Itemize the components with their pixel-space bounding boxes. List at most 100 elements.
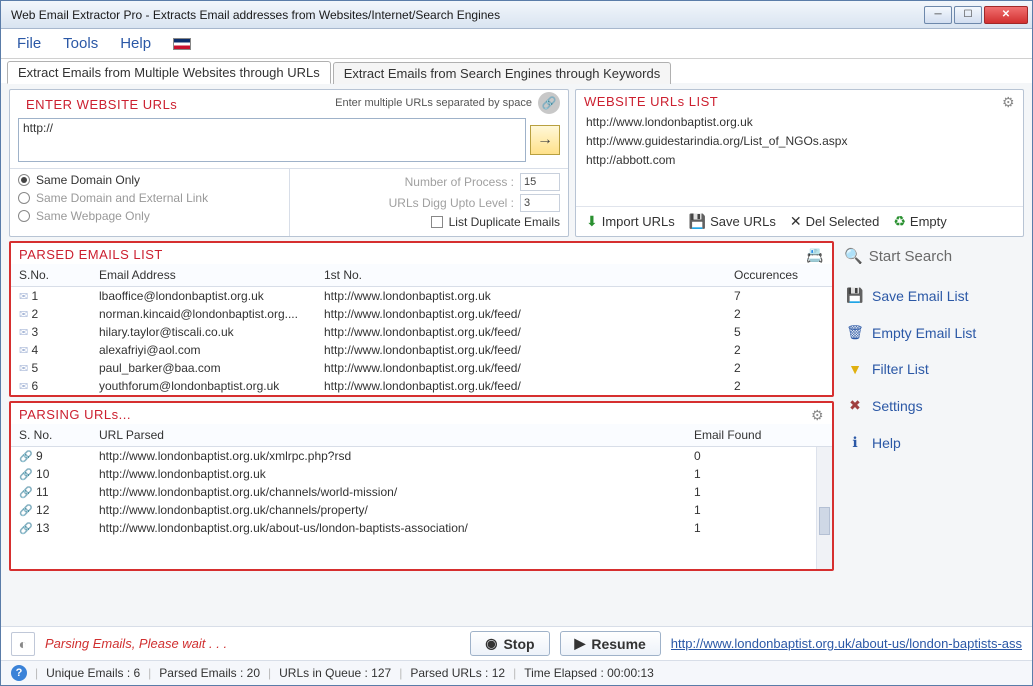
duplicate-checkbox[interactable] [431, 216, 443, 228]
settings-button[interactable]: ✖Settings [844, 391, 1020, 420]
menubar: File Tools Help [1, 29, 1032, 59]
table-row[interactable]: 🔗 10http://www.londonbaptist.org.uk1 [11, 465, 832, 483]
side-panel: 🔍Start Search 💾Save Email List 🗑Empty Em… [840, 241, 1024, 620]
opt-same-domain[interactable]: Same Domain Only [18, 173, 281, 187]
save-icon: 💾 [689, 213, 706, 230]
digg-level-input[interactable] [520, 194, 560, 212]
tab-extract-urls[interactable]: Extract Emails from Multiple Websites th… [7, 61, 331, 84]
num-process-input[interactable] [520, 173, 560, 191]
col-url[interactable]: URL Parsed [99, 428, 694, 442]
digg-level-label: URLs Digg Upto Level : [389, 196, 514, 210]
parsing-urls-header: S. No. URL Parsed Email Found [11, 424, 832, 447]
table-row[interactable]: ✉ 2norman.kincaid@londonbaptist.org....h… [11, 305, 832, 323]
search-icon: 🔍 [844, 247, 863, 265]
left-column: PARSED EMAILS LIST 📇 S.No. Email Address … [9, 241, 834, 620]
col-email[interactable]: Email Address [99, 268, 324, 282]
enter-urls-panel: ENTER WEBSITE URLs Enter multiple URLs s… [9, 89, 569, 237]
link-icon: 🔗 [19, 523, 33, 535]
status-parsed-urls: Parsed URLs : 12 [410, 666, 505, 680]
table-row[interactable]: ✉ 6youthforum@londonbaptist.org.ukhttp:/… [11, 377, 832, 395]
status-unique: Unique Emails : 6 [46, 666, 140, 680]
flag-icon[interactable] [173, 38, 191, 50]
import-urls-button[interactable]: ⬇Import URLs [586, 213, 675, 230]
parsed-emails-title: PARSED EMAILS LIST [19, 247, 163, 262]
radio-icon [18, 210, 30, 222]
col-sn[interactable]: S. No. [19, 428, 99, 442]
submit-url-button[interactable]: → [530, 125, 560, 155]
info-icon[interactable]: ? [11, 665, 27, 681]
list-item[interactable]: http://www.londonbaptist.org.uk [586, 113, 1013, 132]
list-item[interactable]: http://www.guidestarindia.org/List_of_NG… [586, 132, 1013, 151]
url-input[interactable] [18, 118, 526, 162]
mail-icon: ✉ [19, 309, 28, 321]
enter-urls-title: ENTER WEBSITE URLs [18, 93, 185, 114]
maximize-button[interactable]: ☐ [954, 6, 982, 24]
table-row[interactable]: ✉ 3hilary.taylor@tiscali.co.ukhttp://www… [11, 323, 832, 341]
table-row[interactable]: 🔗 12http://www.londonbaptist.org.uk/chan… [11, 501, 832, 519]
start-search-button[interactable]: 🔍Start Search [844, 247, 1020, 273]
gear-icon[interactable]: 📇 [806, 247, 824, 264]
mail-icon: ✉ [19, 381, 28, 393]
table-row[interactable]: ✉ 1lbaoffice@londonbaptist.org.ukhttp://… [11, 287, 832, 305]
menu-tools[interactable]: Tools [63, 35, 98, 52]
parsing-urls-body: 🔗 9http://www.londonbaptist.org.uk/xmlrp… [11, 447, 832, 537]
empty-icon: ♻ [893, 213, 906, 230]
urls-list-tools: ⬇Import URLs 💾Save URLs ✕Del Selected ♻E… [576, 206, 1023, 236]
mail-icon: ✉ [19, 327, 28, 339]
settings-icon: ✖ [846, 397, 864, 414]
del-selected-button[interactable]: ✕Del Selected [790, 213, 879, 230]
link-icon: 🔗 [19, 469, 33, 481]
scrollbar[interactable] [816, 447, 832, 569]
mail-icon: ✉ [19, 363, 28, 375]
menu-file[interactable]: File [17, 35, 41, 52]
save-email-list-button[interactable]: 💾Save Email List [844, 281, 1020, 310]
close-button[interactable]: ✕ [984, 6, 1028, 24]
mail-icon: ✉ [19, 345, 28, 357]
spinner-icon: ◐ [11, 632, 35, 656]
save-icon: 💾 [846, 287, 864, 304]
radio-icon [18, 174, 30, 186]
opt-same-webpage[interactable]: Same Webpage Only [18, 209, 281, 223]
tabstrip: Extract Emails from Multiple Websites th… [1, 59, 1032, 83]
play-icon: ▶ [575, 635, 586, 652]
parsing-urls-title: PARSING URLs... [19, 407, 131, 422]
current-url-link[interactable]: http://www.londonbaptist.org.uk/about-us… [671, 636, 1022, 651]
opt-same-external[interactable]: Same Domain and External Link [18, 191, 281, 205]
menu-help[interactable]: Help [120, 35, 151, 52]
col-occurences[interactable]: Occurences [734, 268, 824, 282]
link-icon[interactable]: 🔗 [538, 92, 560, 114]
bottom-bar: ◐ Parsing Emails, Please wait . . . ◉Sto… [1, 626, 1032, 660]
filter-list-button[interactable]: ▼Filter List [844, 355, 1020, 383]
resume-button[interactable]: ▶Resume [560, 631, 661, 656]
tab-extract-keywords[interactable]: Extract Emails from Search Engines throu… [333, 62, 671, 84]
list-item[interactable]: http://abbott.com [586, 151, 1013, 170]
app-window: Web Email Extractor Pro - Extracts Email… [0, 0, 1033, 686]
col-sn[interactable]: S.No. [19, 268, 99, 282]
table-row[interactable]: ✉ 4alexafriyi@aol.comhttp://www.londonba… [11, 341, 832, 359]
top-row: ENTER WEBSITE URLs Enter multiple URLs s… [9, 89, 1024, 237]
urls-list-title: WEBSITE URLs LIST [584, 94, 718, 109]
col-email-found[interactable]: Email Found [694, 428, 824, 442]
gear-icon[interactable]: ⚙ [811, 407, 824, 424]
empty-email-list-button[interactable]: 🗑Empty Email List [844, 318, 1020, 347]
parsing-urls-panel: PARSING URLs... ⚙ S. No. URL Parsed Email… [9, 401, 834, 571]
table-row[interactable]: 🔗 13http://www.londonbaptist.org.uk/abou… [11, 519, 832, 537]
urls-list-panel: WEBSITE URLs LIST ⚙ http://www.londonbapt… [575, 89, 1024, 237]
status-time: Time Elapsed : 00:00:13 [524, 666, 654, 680]
table-row[interactable]: 🔗 9http://www.londonbaptist.org.uk/xmlrp… [11, 447, 832, 465]
empty-button[interactable]: ♻Empty [893, 213, 946, 230]
table-row[interactable]: ✉ 5paul_barker@baa.comhttp://www.londonb… [11, 359, 832, 377]
status-parsed-emails: Parsed Emails : 20 [159, 666, 260, 680]
col-url[interactable]: 1st No. [324, 268, 734, 282]
parsed-emails-header: S.No. Email Address 1st No. Occurences [11, 264, 832, 287]
stop-button[interactable]: ◉Stop [470, 631, 549, 656]
gear-icon[interactable]: ⚙ [1002, 94, 1015, 111]
statusbar: ? | Unique Emails : 6| Parsed Emails : 2… [1, 660, 1032, 685]
scrollbar-thumb[interactable] [819, 507, 830, 535]
table-row[interactable]: 🔗 11http://www.londonbaptist.org.uk/chan… [11, 483, 832, 501]
help-button[interactable]: ℹHelp [844, 428, 1020, 457]
content-area: ENTER WEBSITE URLs Enter multiple URLs s… [1, 83, 1032, 626]
save-urls-button[interactable]: 💾Save URLs [689, 213, 776, 230]
import-icon: ⬇ [586, 213, 598, 230]
minimize-button[interactable]: ─ [924, 6, 952, 24]
